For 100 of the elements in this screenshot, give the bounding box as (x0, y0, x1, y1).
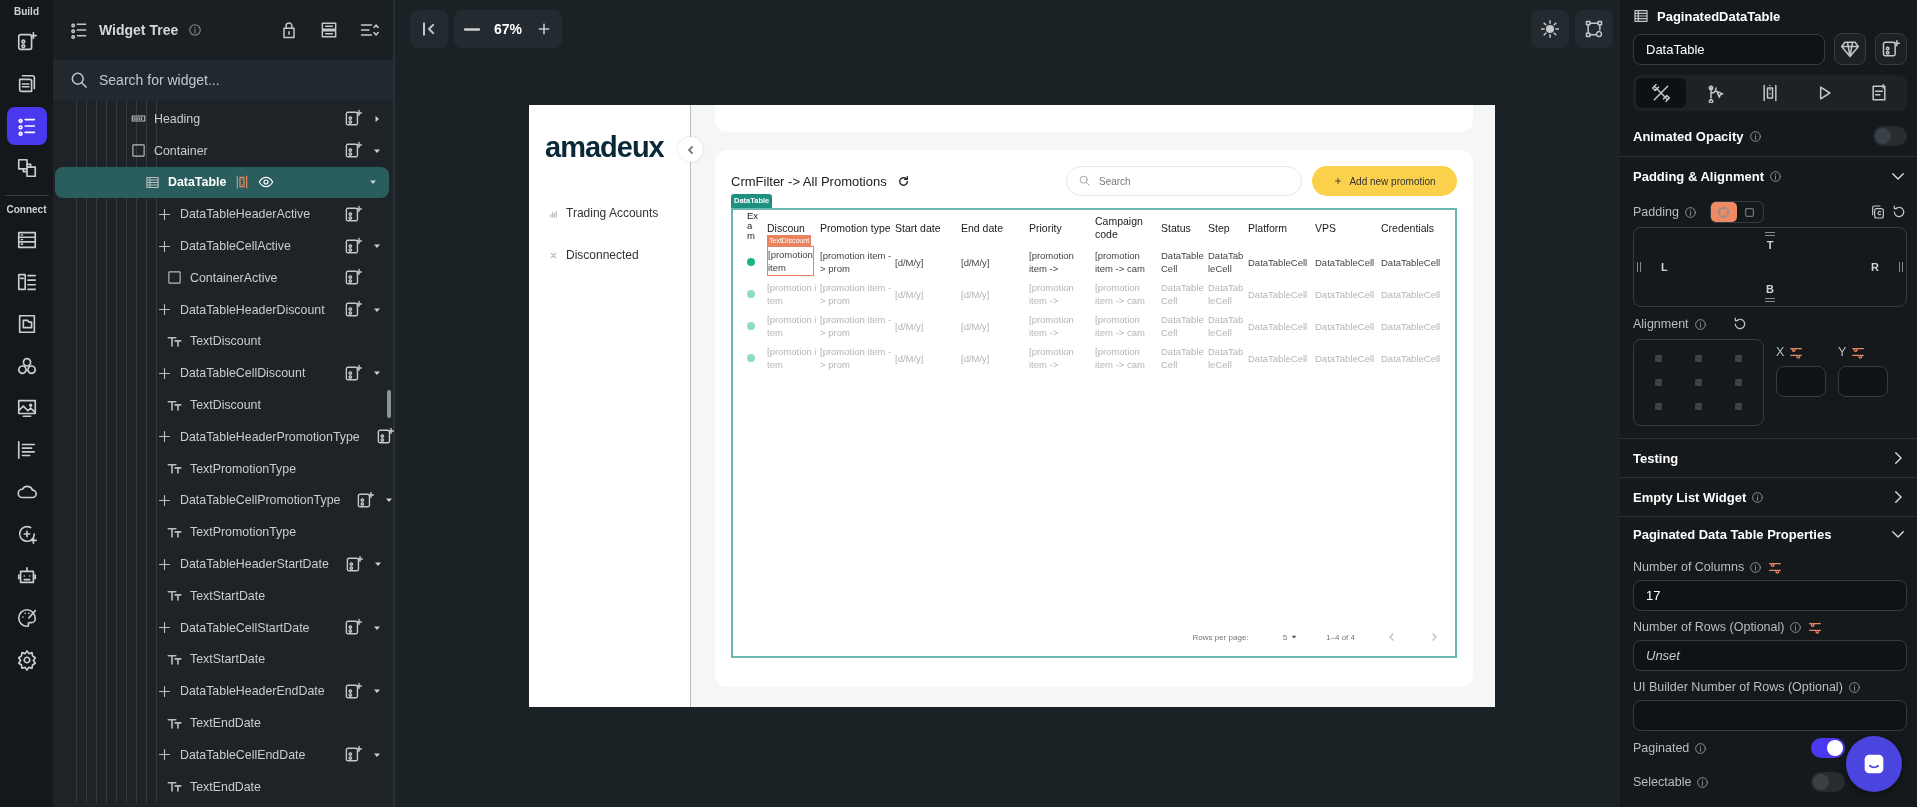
collapse-button[interactable] (410, 10, 448, 48)
zoom-level: 67% (493, 21, 524, 37)
column-header: Credentials (1381, 221, 1436, 235)
padding-mode-button[interactable] (1710, 202, 1737, 222)
copy-icon[interactable] (1870, 204, 1886, 220)
toggle-switch[interactable] (1811, 738, 1845, 758)
table-cell-text: [d/M/y] (961, 351, 991, 365)
tree-item[interactable]: DataTableCellDiscount (53, 357, 393, 390)
table-cell-text: [promotion item -> cam (1095, 249, 1146, 275)
toggle-switch[interactable] (1811, 772, 1845, 792)
add-widget-icon[interactable] (344, 618, 363, 638)
scrollbar[interactable] (387, 390, 391, 418)
tree-item[interactable]: TextEndDate (53, 707, 393, 739)
padding-editor[interactable]: T L R B (1633, 227, 1907, 307)
side-label: R (1871, 261, 1879, 273)
tree-item[interactable]: DataTableHeaderStartDate (53, 548, 393, 580)
tree-item[interactable]: TextStartDate (53, 579, 393, 612)
handle-icon[interactable] (1765, 298, 1775, 302)
tree-item[interactable]: DataTableHeaderPromotionType (53, 420, 393, 453)
plus-icon (157, 620, 172, 636)
tree-item[interactable]: TextEndDate (53, 770, 393, 803)
tree-item[interactable]: TextStartDate (53, 643, 393, 676)
table-cell-text: DataTableCell (1208, 313, 1245, 339)
nav-item[interactable]: Disconnected (545, 234, 690, 276)
add-widget-icon[interactable] (344, 554, 364, 574)
tree-item[interactable]: Heading (53, 103, 393, 135)
handle-icon[interactable] (1765, 232, 1775, 236)
tree-item[interactable]: ContainerActive (53, 262, 393, 294)
table-cell-text: [d/M/y] (895, 319, 925, 333)
handle-icon[interactable] (1899, 262, 1903, 272)
tree-item[interactable]: DataTable (55, 166, 389, 199)
reset-icon[interactable] (1891, 204, 1907, 220)
tree-item[interactable]: DataTableCellActive (53, 230, 393, 262)
diamond-button[interactable] (1834, 33, 1866, 65)
nav-item[interactable]: Trading Accounts (545, 192, 690, 234)
search-field[interactable]: Search for widget... (53, 60, 393, 100)
padding-sides-icon (1717, 205, 1731, 219)
tree-item[interactable]: DataTableHeaderDiscount (53, 293, 393, 326)
tree-item[interactable]: DataTableCellEndDate (53, 738, 393, 771)
section-label: Connect (6, 204, 47, 215)
tree-item[interactable]: DataTableCellStartDate (53, 611, 393, 644)
add-widget-icon[interactable] (375, 427, 395, 447)
number-field[interactable]: Unset (1633, 640, 1907, 671)
add-widget-icon (15, 31, 38, 53)
add-widget-icon[interactable] (344, 681, 363, 701)
rows-per-page-dropdown[interactable]: 5 (1276, 631, 1305, 643)
property-label: Paginated (1633, 741, 1690, 755)
toggle-switch[interactable] (1873, 126, 1907, 146)
table-cell-text: DataTableCell (1161, 313, 1205, 339)
info-icon (1683, 205, 1697, 219)
add-widget-icon[interactable] (356, 490, 376, 510)
number-field[interactable]: 17 (1633, 580, 1907, 611)
stack-icon[interactable] (319, 20, 339, 40)
handle-icon[interactable] (1637, 262, 1641, 272)
info-icon (1789, 620, 1803, 634)
add-widget-icon[interactable] (344, 745, 363, 765)
widget-type: PaginatedDataTable (1657, 8, 1781, 24)
add-widget-icon[interactable] (344, 109, 363, 129)
y-field[interactable] (1838, 366, 1888, 397)
tree-item[interactable]: Container (53, 134, 393, 167)
column-header: Priority (1029, 221, 1063, 235)
number-field[interactable] (1633, 700, 1907, 731)
add-widget-icon[interactable] (344, 141, 363, 161)
tree-item[interactable]: TextDiscount (53, 389, 393, 421)
table-cell: [promotion item (767, 246, 814, 276)
refresh-icon[interactable] (896, 174, 910, 188)
x-field[interactable] (1776, 366, 1826, 397)
text-type-icon (167, 779, 182, 795)
plus-icon (157, 683, 172, 699)
add-promotion-button[interactable]: Add new promotion (1312, 166, 1457, 196)
plus-icon (157, 492, 172, 508)
tree-item[interactable]: TextPromotionType (53, 516, 393, 549)
property-label: Number of Rows (Optional) (1633, 620, 1785, 634)
chat-button[interactable] (1846, 736, 1902, 792)
tree-item[interactable]: TextDiscount (53, 325, 393, 358)
tree-list-button[interactable] (6, 107, 47, 145)
table-cell-text: DataTableCell (1381, 351, 1442, 365)
search-field[interactable]: Search (1066, 166, 1302, 196)
section-label: Build (14, 6, 39, 17)
page-range: 1–4 of 4 (1326, 632, 1355, 642)
add-widget-icon[interactable] (344, 300, 363, 320)
palette-icon (15, 607, 38, 629)
add-widget-icon[interactable] (344, 204, 363, 224)
tree-item[interactable]: DataTableHeaderActive (53, 198, 393, 231)
tree-item[interactable]: DataTableCellPromotionType (53, 484, 393, 517)
name-field[interactable]: DataTable (1633, 33, 1825, 65)
add-widget-icon (1881, 39, 1901, 59)
add-widget-button[interactable] (1875, 33, 1907, 65)
add-widget-icon[interactable] (344, 236, 363, 256)
column-header: Status (1161, 221, 1192, 235)
tree-item[interactable]: DataTableHeaderEndDate (53, 675, 393, 708)
theme-button[interactable] (1531, 10, 1569, 48)
table-cell-text: DataTableCell (1315, 255, 1376, 269)
graph-settings-button[interactable] (1575, 10, 1613, 48)
table-cell-text: [promotion item -> prom (820, 249, 893, 275)
tools-tab[interactable] (1636, 78, 1687, 108)
add-widget-icon[interactable] (344, 268, 363, 288)
add-widget-icon[interactable] (344, 363, 363, 383)
info-icon (1749, 560, 1763, 574)
tree-item[interactable]: TextPromotionType (53, 452, 393, 485)
